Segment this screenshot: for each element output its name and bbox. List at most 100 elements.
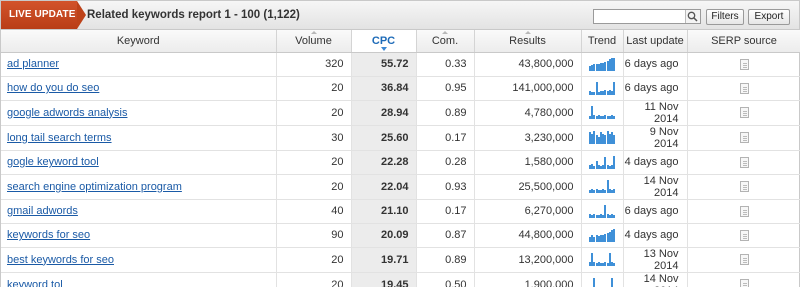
keyword-cell: how do you do seo [1, 76, 277, 101]
cpc-cell: 19.45 [351, 272, 417, 287]
table-row: google adwords analysis 20 28.94 0.89 4,780,… [1, 100, 800, 126]
column-header-volume[interactable]: Volume [276, 30, 352, 53]
trend-bar [613, 81, 616, 95]
keyword-cell: long tail search terms [1, 125, 277, 151]
trend-sparkline[interactable] [589, 204, 616, 218]
trend-sparkline[interactable] [589, 180, 616, 193]
results-cell: 6,270,000 [474, 199, 582, 224]
volume-cell: 20 [276, 150, 352, 175]
trend-sparkline[interactable] [589, 57, 616, 71]
trend-bar [611, 278, 613, 287]
keyword-link[interactable]: search engine optimization program [7, 181, 182, 193]
table-row: gmail adwords 40 21.10 0.17 6,270,000 6 days … [1, 199, 800, 224]
trend-cell [581, 100, 624, 126]
report-title: Related keywords report 1 - 100 (1,122) [87, 9, 300, 21]
competition-cell: 0.93 [416, 174, 475, 200]
trend-cell [581, 199, 624, 224]
cpc-cell: 28.94 [351, 100, 417, 126]
document-icon[interactable] [739, 279, 749, 287]
keyword-cell: gogle keyword tool [1, 150, 277, 175]
trend-sparkline[interactable] [589, 253, 616, 266]
keyword-cell: keywords for seo [1, 223, 277, 248]
trend-bar [613, 263, 616, 266]
sort-descending-icon [380, 46, 387, 51]
volume-cell: 20 [276, 76, 352, 101]
keyword-link[interactable]: how do you do seo [7, 82, 99, 94]
keyword-cell: search engine optimization program [1, 174, 277, 200]
column-header-keyword[interactable]: Keyword [1, 30, 277, 53]
last-update-cell: 6 days ago [623, 76, 688, 101]
search-input[interactable] [594, 10, 684, 23]
volume-cell: 20 [276, 272, 352, 287]
column-header-serp-source[interactable]: SERP source [687, 30, 800, 53]
document-icon[interactable] [739, 107, 749, 119]
cpc-cell: 36.84 [351, 76, 417, 101]
keyword-link[interactable]: best keywords for seo [7, 254, 114, 266]
trend-bar [593, 278, 596, 287]
trend-sparkline[interactable] [589, 106, 616, 119]
volume-cell: 320 [276, 52, 352, 77]
keyword-link[interactable]: keyword tol [7, 279, 63, 287]
filters-button[interactable]: Filters [706, 9, 744, 25]
trend-bar [613, 214, 616, 218]
keyword-report-panel: LIVE UPDATE Related keywords report 1 - … [0, 0, 800, 287]
last-update-cell: 4 days ago [623, 150, 688, 175]
keyword-link[interactable]: keywords for seo [7, 229, 90, 241]
column-header-com[interactable]: Com. [416, 30, 475, 53]
keyword-cell: gmail adwords [1, 199, 277, 224]
table-row: keyword tol 2019.450.501,900,000 14 Nov 20… [1, 272, 800, 287]
column-header-trend[interactable]: Trend [581, 30, 624, 53]
serp-source-cell [687, 100, 800, 126]
results-cell: 4,780,000 [474, 100, 582, 126]
trend-cell [581, 272, 624, 287]
keyword-link[interactable]: gmail adwords [7, 205, 78, 217]
serp-source-cell [687, 52, 800, 77]
table-row: best keywords for seo 20 19.71 0.89 13,200,0… [1, 247, 800, 273]
trend-sparkline[interactable] [589, 81, 616, 95]
trend-cell [581, 247, 624, 273]
table-header-row: Keyword Volume CPC Com. Results Trend La… [1, 30, 800, 53]
trend-sparkline[interactable] [589, 131, 616, 144]
last-update-cell: 13 Nov 2014 [623, 247, 688, 273]
trend-bar [613, 228, 616, 242]
document-icon[interactable] [739, 205, 749, 217]
keyword-link[interactable]: long tail search terms [7, 132, 112, 144]
column-header-last-update[interactable]: Last update [623, 30, 688, 53]
document-icon[interactable] [739, 132, 749, 144]
trend-sparkline[interactable] [589, 155, 616, 169]
trend-bar [613, 116, 616, 119]
last-update-cell: 6 days ago [623, 199, 688, 224]
table-body: ad planner 320 55.72 0.33 43,800,000 6 days a… [1, 52, 800, 287]
document-icon[interactable] [739, 58, 749, 70]
volume-cell: 90 [276, 223, 352, 248]
document-icon[interactable] [739, 229, 749, 241]
trend-sparkline[interactable] [589, 278, 615, 287]
results-cell: 44,800,000 [474, 223, 582, 248]
keyword-link[interactable]: gogle keyword tool [7, 156, 99, 168]
competition-cell: 0.33 [416, 52, 475, 77]
results-cell: 25,500,000 [474, 174, 582, 200]
document-icon[interactable] [739, 181, 749, 193]
results-cell: 141,000,000 [474, 76, 582, 101]
cpc-cell: 21.10 [351, 199, 417, 224]
document-icon[interactable] [739, 156, 749, 168]
trend-sparkline[interactable] [589, 228, 616, 242]
search-button[interactable] [685, 10, 700, 23]
competition-cell: 0.89 [416, 100, 475, 126]
keyword-link[interactable]: ad planner [7, 58, 59, 70]
last-update-cell: 14 Nov 2014 [623, 174, 688, 200]
trend-bar [613, 135, 616, 144]
search-icon [687, 11, 698, 22]
keyword-cell: google adwords analysis [1, 100, 277, 126]
competition-cell: 0.28 [416, 150, 475, 175]
cpc-cell: 25.60 [351, 125, 417, 151]
keyword-link[interactable]: google adwords analysis [7, 107, 127, 119]
document-icon[interactable] [739, 254, 749, 266]
sort-arrow-icon [524, 31, 531, 34]
live-update-badge[interactable]: LIVE UPDATE [1, 1, 86, 29]
column-header-cpc[interactable]: CPC [351, 30, 417, 53]
column-label: Volume [295, 34, 332, 47]
document-icon[interactable] [739, 82, 749, 94]
column-header-results[interactable]: Results [474, 30, 582, 53]
export-button[interactable]: Export [748, 9, 790, 25]
